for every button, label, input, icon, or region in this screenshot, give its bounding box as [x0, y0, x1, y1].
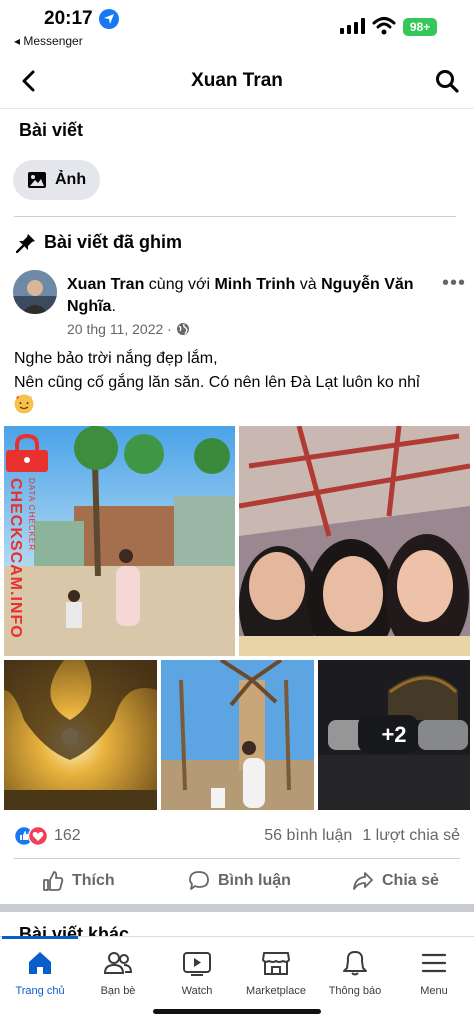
tab-marketplace[interactable]: Marketplace	[236, 947, 316, 997]
lock-icon	[6, 433, 48, 472]
tab-notifications[interactable]: Thông báo	[315, 947, 395, 997]
reaction-count: 162	[54, 827, 81, 844]
battery-indicator: 98+	[403, 18, 437, 36]
share-arrow-icon	[353, 872, 373, 890]
home-indicator	[153, 1009, 321, 1014]
photo-icon	[28, 172, 46, 188]
post-actions: Thích Bình luận Chia sẻ	[0, 866, 474, 898]
wifi-icon	[372, 17, 396, 35]
pinned-posts-heading: Bài viết đã ghim	[16, 232, 182, 253]
tab-friends-label: Bạn bè	[100, 985, 136, 997]
comment-count[interactable]: 56 bình luận	[264, 827, 352, 844]
and-text: và	[295, 276, 322, 293]
tab-menu[interactable]: Menu	[394, 947, 474, 997]
photo-3[interactable]	[4, 660, 157, 810]
watermark-text: CHECKSCAM.INFO	[7, 478, 24, 639]
tab-home[interactable]: Trang chủ	[0, 947, 80, 997]
storefront-icon	[262, 952, 290, 975]
top-nav: Xuan Tran	[0, 58, 474, 104]
search-icon[interactable]	[434, 68, 460, 94]
tab-friends[interactable]: Bạn bè	[78, 947, 158, 997]
section-divider	[14, 216, 456, 217]
post-meta: 20 thg 11, 2022 ·	[67, 321, 190, 337]
watermark-subtext: DATA CHECKER	[27, 478, 36, 552]
cellular-signal-icon	[340, 18, 365, 34]
with-text: cùng với	[144, 276, 215, 293]
bell-icon	[343, 951, 367, 976]
share-button[interactable]: Chia sẻ	[352, 870, 439, 892]
page-title: Xuan Tran	[191, 70, 283, 91]
globe-icon	[176, 323, 189, 335]
pinned-label: Bài viết đã ghim	[44, 232, 183, 252]
tab-watch-label: Watch	[181, 985, 213, 997]
share-count[interactable]: 1 lượt chia sẻ	[362, 827, 460, 844]
tab-marketplace-label: Marketplace	[246, 985, 306, 997]
photos-filter-label: Ảnh	[55, 171, 87, 188]
photo-2[interactable]	[239, 426, 470, 656]
video-play-icon	[183, 952, 211, 976]
post-stats: 56 bình luận 1 lượt chia sẻ	[254, 827, 460, 845]
tab-notifications-label: Thông báo	[328, 985, 382, 997]
like-button[interactable]: Thích	[42, 870, 115, 892]
pin-icon	[16, 233, 35, 253]
tab-home-label: Trang chủ	[15, 985, 65, 997]
post-date[interactable]: 20 thg 11, 2022 ·	[67, 321, 172, 337]
home-icon	[29, 952, 51, 974]
post-line-2: Nên cũng cố gắng lăn săn. Có nên lên Đà …	[14, 374, 420, 391]
reactions-summary[interactable]: 162	[14, 826, 81, 846]
photo-5[interactable]: +2	[318, 660, 470, 810]
smiling-hearts-emoji-icon	[14, 394, 34, 414]
header-period: .	[111, 298, 116, 315]
actions-divider	[14, 858, 460, 859]
photos-filter-button[interactable]: Ảnh	[13, 160, 101, 200]
active-tab-indicator	[2, 936, 78, 939]
post-line-1: Nghe bảo trời nắng đẹp lắm,	[14, 350, 218, 367]
back-to-messenger-link[interactable]: ◂ Messenger	[14, 34, 83, 48]
post-body: Nghe bảo trời nắng đẹp lắm, Nên cũng cố …	[14, 347, 464, 395]
more-photos-overlay[interactable]: +2	[318, 660, 470, 810]
friends-icon	[103, 952, 133, 974]
nav-divider	[0, 108, 474, 109]
tagged-friend-1[interactable]: Minh Trinh	[214, 276, 295, 293]
comment-label: Bình luận	[218, 872, 291, 889]
comment-bubble-icon	[189, 871, 209, 890]
love-reaction-icon	[28, 826, 48, 846]
author-avatar[interactable]	[13, 270, 57, 314]
hamburger-menu-icon	[421, 953, 447, 973]
post-separator	[0, 904, 474, 912]
post-header-text: Xuan Tran cùng với Minh Trinh và Nguyễn …	[67, 274, 427, 318]
comment-button[interactable]: Bình luận	[188, 870, 291, 892]
photo-4[interactable]	[161, 660, 314, 810]
location-arrow-icon	[99, 9, 119, 29]
tab-watch[interactable]: Watch	[157, 947, 237, 997]
thumbs-up-icon	[43, 871, 64, 891]
status-time: 20:17	[44, 8, 93, 29]
status-bar: 20:17 ◂ Messenger 98+	[0, 0, 474, 54]
more-options-icon[interactable]: •••	[442, 272, 466, 295]
tab-menu-label: Menu	[420, 985, 448, 997]
share-label: Chia sẻ	[382, 872, 439, 889]
like-label: Thích	[72, 872, 115, 889]
author-name[interactable]: Xuan Tran	[67, 276, 144, 293]
posts-section-title: Bài viết	[19, 120, 84, 140]
